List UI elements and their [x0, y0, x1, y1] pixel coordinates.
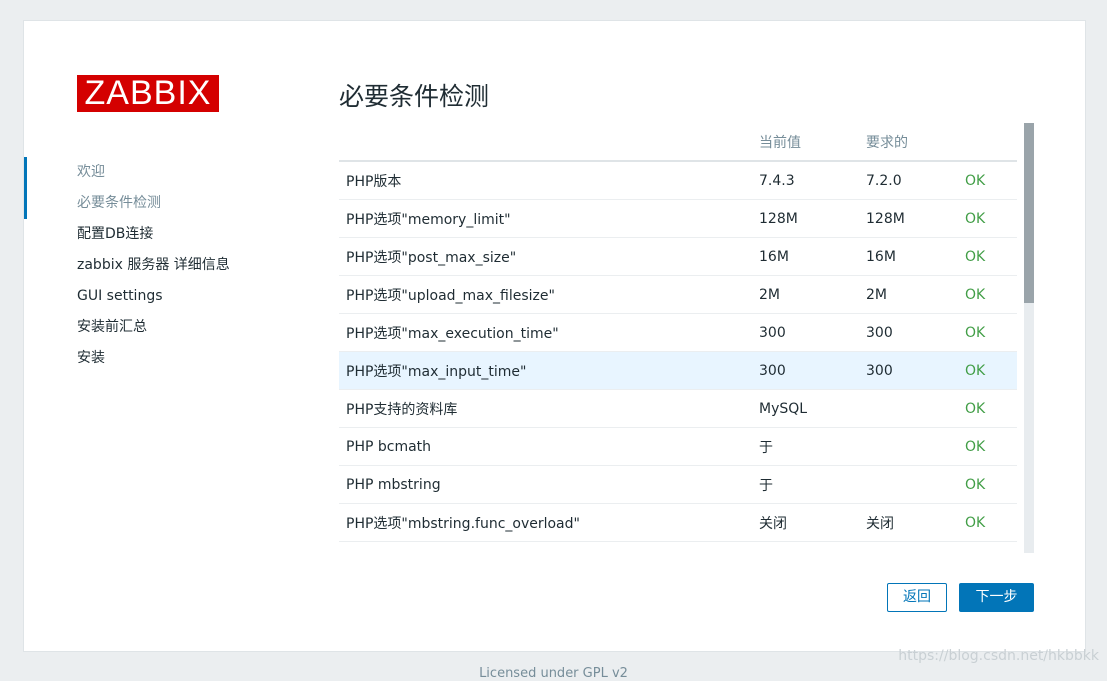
header-current-value: 当前值 [752, 123, 859, 162]
row-required: 300 [859, 351, 958, 390]
row-current: 300 [752, 313, 859, 352]
row-required [859, 427, 958, 466]
header-required: 要求的 [859, 123, 958, 162]
logo-text: ZABBIX [84, 74, 212, 112]
watermark: https://blog.csdn.net/hkbbkk [898, 648, 1099, 664]
row-current: 于 [752, 465, 859, 504]
row-name: PHP bcmath [339, 427, 752, 466]
row-name: PHP选项"max_execution_time" [339, 313, 752, 352]
nav-step-prerequisites[interactable]: 必要条件检测 [24, 188, 324, 219]
header-name [339, 123, 752, 162]
row-current: 16M [752, 237, 859, 276]
row-current: 2M [752, 275, 859, 314]
row-status: OK [958, 503, 1017, 542]
next-button[interactable]: 下一步 [959, 583, 1034, 612]
row-current: 关闭 [752, 503, 859, 542]
zabbix-logo: ZABBIX [77, 75, 219, 112]
row-status: OK [958, 275, 1017, 314]
table-row-highlighted: PHP选项"max_input_time" 300 300 OK [339, 351, 1017, 390]
setup-steps-nav: 欢迎 必要条件检测 配置DB连接 zabbix 服务器 详细信息 GUI set… [24, 157, 324, 374]
row-status: OK [958, 313, 1017, 352]
row-current: 128M [752, 199, 859, 238]
row-required: 关闭 [859, 503, 958, 542]
row-required [859, 465, 958, 504]
row-current: MySQL [752, 389, 859, 428]
nav-step-summary[interactable]: 安装前汇总 [24, 312, 324, 343]
row-name: PHP版本 [339, 161, 752, 200]
row-status: OK [958, 199, 1017, 238]
row-required: 128M [859, 199, 958, 238]
nav-step-server-details[interactable]: zabbix 服务器 详细信息 [24, 250, 324, 281]
table-row: PHP支持的资料库 MySQL OK [339, 389, 1017, 428]
row-current: 300 [752, 351, 859, 390]
row-required: 7.2.0 [859, 161, 958, 200]
row-name: PHP选项"mbstring.func_overload" [339, 503, 752, 542]
row-name: PHP选项"post_max_size" [339, 237, 752, 276]
table-header-row: 当前值 要求的 [339, 123, 1017, 162]
row-required [859, 389, 958, 428]
row-required: 16M [859, 237, 958, 276]
table-row: PHP选项"memory_limit" 128M 128M OK [339, 199, 1017, 238]
header-status [958, 123, 1017, 162]
scrollbar-thumb[interactable] [1024, 123, 1034, 303]
table-scrollbar[interactable] [1024, 123, 1034, 553]
row-name: PHP选项"max_input_time" [339, 351, 752, 390]
table-row: PHP mbstring 于 OK [339, 465, 1017, 504]
prerequisites-table-container: 当前值 要求的 PHP版本 7.4.3 7.2.0 OK PHP选项"memor… [339, 123, 1034, 553]
row-name: PHP mbstring [339, 465, 752, 504]
table-row: PHP选项"mbstring.func_overload" 关闭 关闭 OK [339, 503, 1017, 542]
row-status: OK [958, 465, 1017, 504]
back-button[interactable]: 返回 [887, 583, 947, 612]
row-status: OK [958, 389, 1017, 428]
row-name: PHP支持的资料库 [339, 389, 752, 428]
nav-step-db-connection[interactable]: 配置DB连接 [24, 219, 324, 250]
row-status: OK [958, 351, 1017, 390]
prerequisites-table: 当前值 要求的 PHP版本 7.4.3 7.2.0 OK PHP选项"memor… [339, 123, 1017, 542]
table-row: PHP选项"post_max_size" 16M 16M OK [339, 237, 1017, 276]
table-row: PHP选项"upload_max_filesize" 2M 2M OK [339, 275, 1017, 314]
row-current: 7.4.3 [752, 161, 859, 200]
setup-card: ZABBIX 欢迎 必要条件检测 配置DB连接 zabbix 服务器 详细信息 … [23, 20, 1086, 652]
nav-step-gui-settings[interactable]: GUI settings [24, 281, 324, 312]
row-status: OK [958, 427, 1017, 466]
row-required: 300 [859, 313, 958, 352]
row-name: PHP选项"memory_limit" [339, 199, 752, 238]
page-title: 必要条件检测 [339, 82, 490, 111]
license-footer: Licensed under GPL v2 [479, 666, 628, 681]
row-status: OK [958, 161, 1017, 200]
nav-step-install[interactable]: 安装 [24, 343, 324, 374]
nav-step-welcome[interactable]: 欢迎 [24, 157, 324, 188]
table-row: PHP选项"max_execution_time" 300 300 OK [339, 313, 1017, 352]
row-status: OK [958, 237, 1017, 276]
table-row: PHP版本 7.4.3 7.2.0 OK [339, 161, 1017, 200]
row-required: 2M [859, 275, 958, 314]
row-current: 于 [752, 427, 859, 466]
table-row: PHP bcmath 于 OK [339, 427, 1017, 466]
row-name: PHP选项"upload_max_filesize" [339, 275, 752, 314]
